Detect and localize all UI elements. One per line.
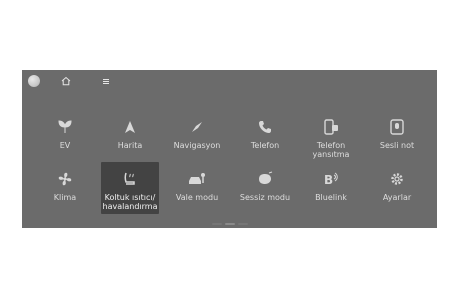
app-koltuk[interactable]: Koltuk ısıtıcı/ havalandırma (101, 162, 159, 214)
arrow-up-icon (120, 117, 140, 137)
app-label: Sesli not (379, 141, 415, 150)
valet-icon (187, 169, 207, 189)
leaf-icon (55, 117, 75, 137)
app-label: Sessiz modu (239, 193, 291, 202)
page-dot[interactable] (237, 223, 248, 225)
app-telefon[interactable]: Telefon (236, 110, 294, 162)
app-vale-modu[interactable]: Vale modu (168, 162, 226, 214)
fan-icon (55, 169, 75, 189)
app-label: Telefon (250, 141, 280, 150)
app-ayarlar[interactable]: Ayarlar (368, 162, 426, 214)
home-icon[interactable] (59, 74, 73, 88)
app-bluelink[interactable]: B Bluelink (302, 162, 360, 214)
page-indicator (211, 223, 248, 225)
app-harita[interactable]: Harita (101, 110, 159, 162)
compass-icon (187, 117, 207, 137)
app-navigasyon[interactable]: Navigasyon (168, 110, 226, 162)
app-label: Klima (53, 193, 77, 202)
app-label: Vale modu (175, 193, 219, 202)
quiet-mode-icon (255, 169, 275, 189)
app-label: Harita (117, 141, 143, 150)
phone-icon (255, 117, 275, 137)
app-label: Telefon yansıtma (312, 141, 350, 159)
menu-icon[interactable] (99, 74, 113, 88)
app-klima[interactable]: Klima (36, 162, 94, 214)
app-ev[interactable]: EV (36, 110, 94, 162)
gear-icon (387, 169, 407, 189)
svg-text:B: B (324, 173, 333, 187)
app-label: Navigasyon (173, 141, 221, 150)
phone-projection-icon (321, 117, 341, 137)
profile-avatar-icon[interactable] (28, 75, 40, 87)
app-label: Ayarlar (382, 193, 412, 202)
seat-heat-icon (120, 169, 140, 189)
app-sesli-not[interactable]: Sesli not (368, 110, 426, 162)
home-screen: EV Harita Navigasyon Telefon Telefon yansıtm… (22, 70, 437, 228)
bluelink-icon: B (321, 169, 341, 189)
page-dot-active[interactable] (224, 223, 235, 225)
app-label: Koltuk ısıtıcı/ havalandırma (102, 193, 158, 211)
app-label: Bluelink (315, 193, 347, 202)
page-dot[interactable] (211, 223, 222, 225)
app-telefon-yansitma[interactable]: Telefon yansıtma (302, 110, 360, 162)
voice-memo-icon (387, 117, 407, 137)
top-bar (22, 70, 437, 92)
app-label: EV (59, 141, 71, 150)
app-sessiz-modu[interactable]: Sessiz modu (236, 162, 294, 214)
